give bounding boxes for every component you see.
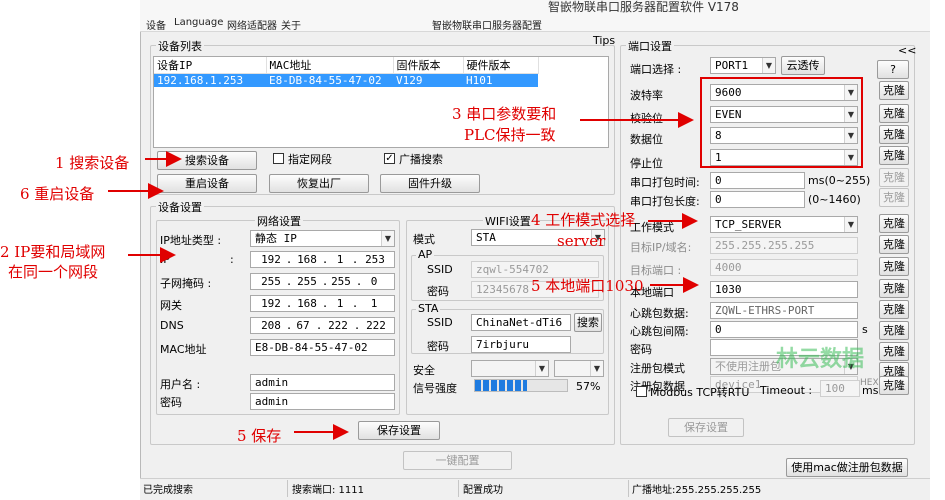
annotation-arrows: [108, 112, 699, 440]
